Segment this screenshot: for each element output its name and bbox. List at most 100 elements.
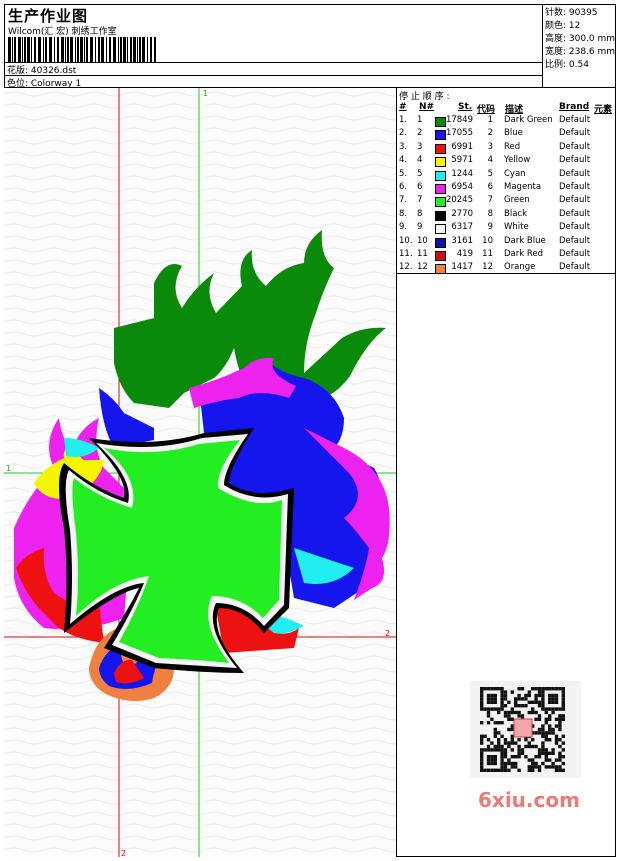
cell-code: 12 — [482, 262, 493, 273]
cell-brand: Default — [559, 222, 591, 233]
cell-n: 8 — [417, 208, 423, 219]
cell-desc: Black — [504, 208, 527, 219]
col-header-description: 描述 — [505, 105, 524, 115]
cell-st: 17055 — [445, 128, 473, 139]
cell-brand: Default — [559, 262, 591, 273]
sheet-title: 生产作业图 — [8, 7, 89, 25]
cell-brand: Default — [559, 208, 591, 219]
cell-desc: Magenta — [504, 182, 542, 192]
stat-width: 宽度: 238.6 mm — [545, 47, 616, 57]
col-header-hash: # — [399, 102, 407, 112]
design-canvas[interactable]: 1 1 2 2 — [4, 88, 397, 857]
col-header-n: N# — [419, 102, 435, 112]
cell-code: 10 — [482, 235, 493, 246]
table-row: 2. 2 17055 2 Blue Default — [397, 128, 616, 141]
barcode-image — [8, 37, 156, 62]
cell-hash: 5. — [399, 168, 408, 179]
color-swatch — [435, 130, 446, 141]
cell-st: 6317 — [451, 222, 473, 233]
cell-hash: 10. — [399, 235, 413, 246]
design-stats: 针数: 90395 颜色: 12 高度: 300.0 mm 宽度: 238.6 … — [542, 4, 616, 88]
cell-desc: Green — [504, 195, 530, 206]
cell-n: 1 — [417, 115, 423, 125]
design-file-label: 花版: 40326.dst — [7, 66, 77, 76]
table-row: 4. 4 5971 4 Yellow Default — [397, 155, 616, 168]
col-header-stitches: St. — [458, 102, 473, 112]
cell-code: 6 — [487, 182, 493, 192]
cell-hash: 11. — [399, 249, 413, 259]
table-row: 1. 1 17849 1 Dark Green Default — [397, 115, 616, 128]
guide-label-h1: 1 — [6, 464, 11, 473]
cell-code: 2 — [487, 128, 493, 139]
cell-st: 1417 — [451, 262, 473, 273]
color-swatch — [435, 237, 446, 248]
col-header-code: 代码 — [477, 105, 496, 115]
cell-st: 17849 — [445, 115, 473, 125]
table-row: 6. 6 6954 6 Magenta Default — [397, 182, 616, 195]
cell-st: 6954 — [451, 182, 473, 192]
cell-hash: 8. — [399, 208, 408, 219]
guide-label-h2: 2 — [385, 629, 390, 638]
cell-hash: 9. — [399, 222, 408, 233]
cell-brand: Default — [559, 182, 591, 192]
cell-brand: Default — [559, 195, 591, 206]
cell-n: 9 — [417, 222, 423, 233]
cell-desc: Cyan — [504, 168, 526, 179]
cell-brand: Default — [559, 249, 591, 259]
stat-stitches: 针数: 90395 — [545, 8, 598, 18]
guide-label-v1: 1 — [203, 89, 208, 98]
design-preview: 1 1 2 2 — [4, 88, 396, 857]
cell-desc: Orange — [504, 262, 536, 273]
color-swatch — [435, 184, 446, 194]
cell-hash: 3. — [399, 141, 408, 152]
color-swatch — [435, 210, 446, 221]
cell-desc: Dark Green — [504, 115, 553, 125]
color-swatch — [435, 170, 446, 181]
cell-brand: Default — [559, 115, 591, 125]
color-swatch — [435, 197, 446, 208]
cell-hash: 1. — [399, 115, 408, 125]
watermark-text: 6xiu.com — [478, 788, 580, 812]
cell-code: 9 — [487, 222, 493, 233]
cell-st: 3161 — [451, 235, 473, 246]
table-row: 11. 11 419 11 Dark Red Default — [397, 249, 616, 262]
sheet-subtitle: Wilcom(汇 宏) 刺绣工作室 — [8, 27, 117, 37]
cell-st: 1244 — [451, 168, 473, 179]
stat-colors: 颜色: 12 — [545, 21, 581, 31]
stat-scale: 比例: 0.54 — [545, 60, 589, 70]
cell-n: 4 — [417, 155, 423, 166]
table-row: 10. 10 3161 10 Dark Blue Default — [397, 236, 616, 249]
color-swatch — [435, 143, 446, 154]
cell-brand: Default — [559, 128, 591, 139]
cell-code: 7 — [487, 195, 493, 206]
table-row: 3. 3 6991 3 Red Default — [397, 142, 616, 155]
table-row: 9. 9 6317 9 White Default — [397, 222, 616, 235]
cell-hash: 6. — [399, 182, 408, 192]
cell-desc: Yellow — [504, 155, 531, 166]
cell-brand: Default — [559, 235, 591, 246]
cell-code: 8 — [487, 208, 493, 219]
cell-hash: 7. — [399, 195, 408, 206]
color-swatch — [435, 224, 446, 235]
stop-sequence-title: 停 止 顺 序 : — [399, 92, 450, 102]
cell-n: 11 — [417, 249, 428, 259]
cell-brand: Default — [559, 168, 591, 179]
cell-desc: Dark Red — [504, 249, 544, 259]
cell-hash: 2. — [399, 128, 408, 139]
col-header-element: 元素 — [594, 105, 613, 115]
header-divider — [4, 75, 542, 76]
cell-st: 6991 — [451, 141, 473, 152]
cell-n: 2 — [417, 128, 423, 139]
cell-code: 1 — [487, 115, 493, 125]
cell-st: 2770 — [451, 208, 473, 219]
table-row: 8. 8 2770 8 Black Default — [397, 209, 616, 222]
cell-code: 11 — [482, 249, 493, 259]
table-row: 7. 7 20245 7 Green Default — [397, 195, 616, 208]
col-header-brand: Brand — [559, 102, 590, 112]
color-swatch — [435, 157, 446, 168]
cell-desc: Dark Blue — [504, 235, 546, 246]
cell-brand: Default — [559, 141, 591, 152]
sheet-header: 生产作业图 Wilcom(汇 宏) 刺绣工作室 花版: 40326.dst 色位… — [4, 4, 616, 89]
stat-height: 高度: 300.0 mm — [545, 34, 616, 44]
cell-st: 5971 — [451, 155, 473, 166]
